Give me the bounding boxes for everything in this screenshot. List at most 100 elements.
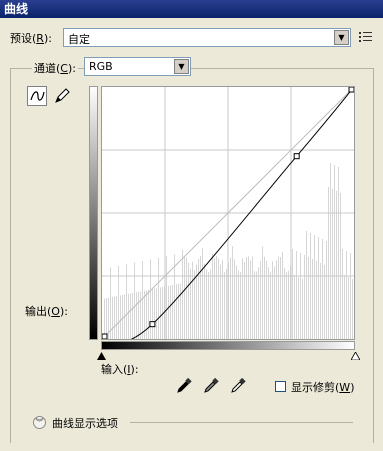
histogram-bar [258, 267, 259, 339]
eyedropper-black-button[interactable] [176, 377, 192, 394]
histogram-bar [152, 289, 153, 339]
histogram-bar [352, 279, 353, 339]
channel-label-post: ): [67, 62, 76, 75]
histogram-bar [328, 187, 329, 339]
curve-graph[interactable] [101, 86, 355, 343]
eyedropper-black-icon [177, 377, 192, 393]
curve-control-point[interactable] [348, 86, 355, 93]
input-label-post: ): [130, 363, 139, 376]
histogram-bar [318, 237, 319, 339]
histogram-bar [238, 270, 239, 339]
input-gradient-bar [101, 341, 355, 350]
preset-label-post: ): [43, 32, 52, 45]
histogram-bar [284, 268, 285, 339]
histogram-bar [142, 261, 143, 339]
histogram-bar [210, 269, 211, 339]
histogram-bar [170, 285, 171, 339]
histogram-bar [304, 255, 305, 339]
histogram-bar [278, 256, 279, 339]
histogram-bar [276, 260, 277, 339]
curve-point-tool[interactable] [27, 86, 47, 106]
output-label: 输出(O): [25, 303, 68, 319]
show-clipping-label-key: W [339, 381, 351, 394]
histogram-bar [182, 249, 183, 339]
histogram-bar [158, 257, 159, 339]
channel-label-key: C [60, 62, 68, 75]
show-clipping-label-post: ) [350, 381, 355, 394]
histogram-bar [186, 257, 187, 339]
histogram-bar [316, 261, 317, 339]
histogram-bar [298, 277, 299, 339]
histogram-bar [280, 257, 281, 339]
histogram-bar [294, 275, 295, 339]
histogram-bar [256, 271, 257, 339]
histogram-bar [340, 193, 341, 339]
histogram-bar [240, 271, 241, 339]
histogram-bar [188, 262, 189, 339]
histogram-bar [200, 256, 201, 339]
histogram-bar [288, 270, 289, 339]
histogram-bar [252, 256, 253, 339]
histogram-bar [190, 268, 191, 339]
curve-control-point[interactable] [149, 321, 156, 328]
curve-options-label[interactable]: 曲线显示选项 [52, 415, 118, 431]
histogram-bar [254, 271, 255, 339]
preset-value: 自定 [68, 33, 90, 46]
histogram-bar [322, 239, 323, 339]
chevron-down-icon: ▼ [174, 59, 189, 74]
histogram-bar [116, 296, 117, 339]
white-point-slider[interactable] [350, 350, 361, 363]
histogram-bar [154, 288, 155, 339]
eyedropper-gray-button[interactable] [203, 377, 219, 394]
histogram-bar [342, 249, 343, 339]
histogram-bar [180, 283, 181, 339]
curve-point-icon [30, 91, 45, 101]
eyedropper-white-button[interactable] [230, 377, 246, 394]
histogram-bar [134, 262, 135, 339]
expand-options-button[interactable]: ︾ [33, 416, 46, 429]
histogram-bar [184, 256, 185, 339]
channel-label-pre: 通道( [34, 62, 61, 75]
histogram-bar [330, 163, 331, 339]
histogram-bar [282, 251, 283, 339]
input-label: 输入(I): [101, 361, 139, 377]
curve-plot[interactable] [101, 86, 355, 343]
preset-select[interactable]: 自定 ▼ [63, 28, 351, 47]
histogram-bar [114, 296, 115, 339]
histogram-bar [292, 249, 293, 339]
list-menu-icon[interactable] [358, 30, 374, 44]
pencil-icon [55, 88, 70, 103]
histogram-bar [212, 253, 213, 339]
histogram-bar [344, 275, 345, 339]
histogram-bar [208, 271, 209, 339]
output-label-pre: 输出( [25, 305, 52, 318]
histogram-bar [232, 246, 233, 339]
histogram-bar [348, 277, 349, 339]
histogram-bar [222, 260, 223, 339]
histogram-bar [262, 246, 263, 339]
histogram-bar [260, 261, 261, 339]
histogram-bar [216, 256, 217, 339]
curve-control-point[interactable] [293, 153, 300, 160]
histogram-bar [128, 293, 129, 339]
histogram-bar [308, 257, 309, 339]
histogram-bar [146, 290, 147, 339]
histogram-bar [160, 287, 161, 339]
histogram-bar [272, 261, 273, 339]
curve-control-point[interactable] [101, 333, 108, 340]
histogram-bar [296, 251, 297, 339]
histogram-bar [244, 262, 245, 339]
options-divider [130, 422, 353, 423]
show-clipping-checkbox[interactable] [275, 381, 286, 392]
histogram-bar [314, 235, 315, 339]
histogram-bar [138, 291, 139, 339]
histogram-bar [176, 284, 177, 339]
histogram-bar [126, 264, 127, 339]
histogram-bar [250, 260, 251, 339]
channel-select[interactable]: RGB ▼ [84, 57, 191, 76]
histogram-bar [242, 258, 243, 339]
histogram-bar [194, 270, 195, 339]
show-clipping-label[interactable]: 显示修剪(W) [291, 379, 354, 395]
pencil-tool[interactable] [52, 86, 72, 106]
histogram-bar [270, 271, 271, 339]
